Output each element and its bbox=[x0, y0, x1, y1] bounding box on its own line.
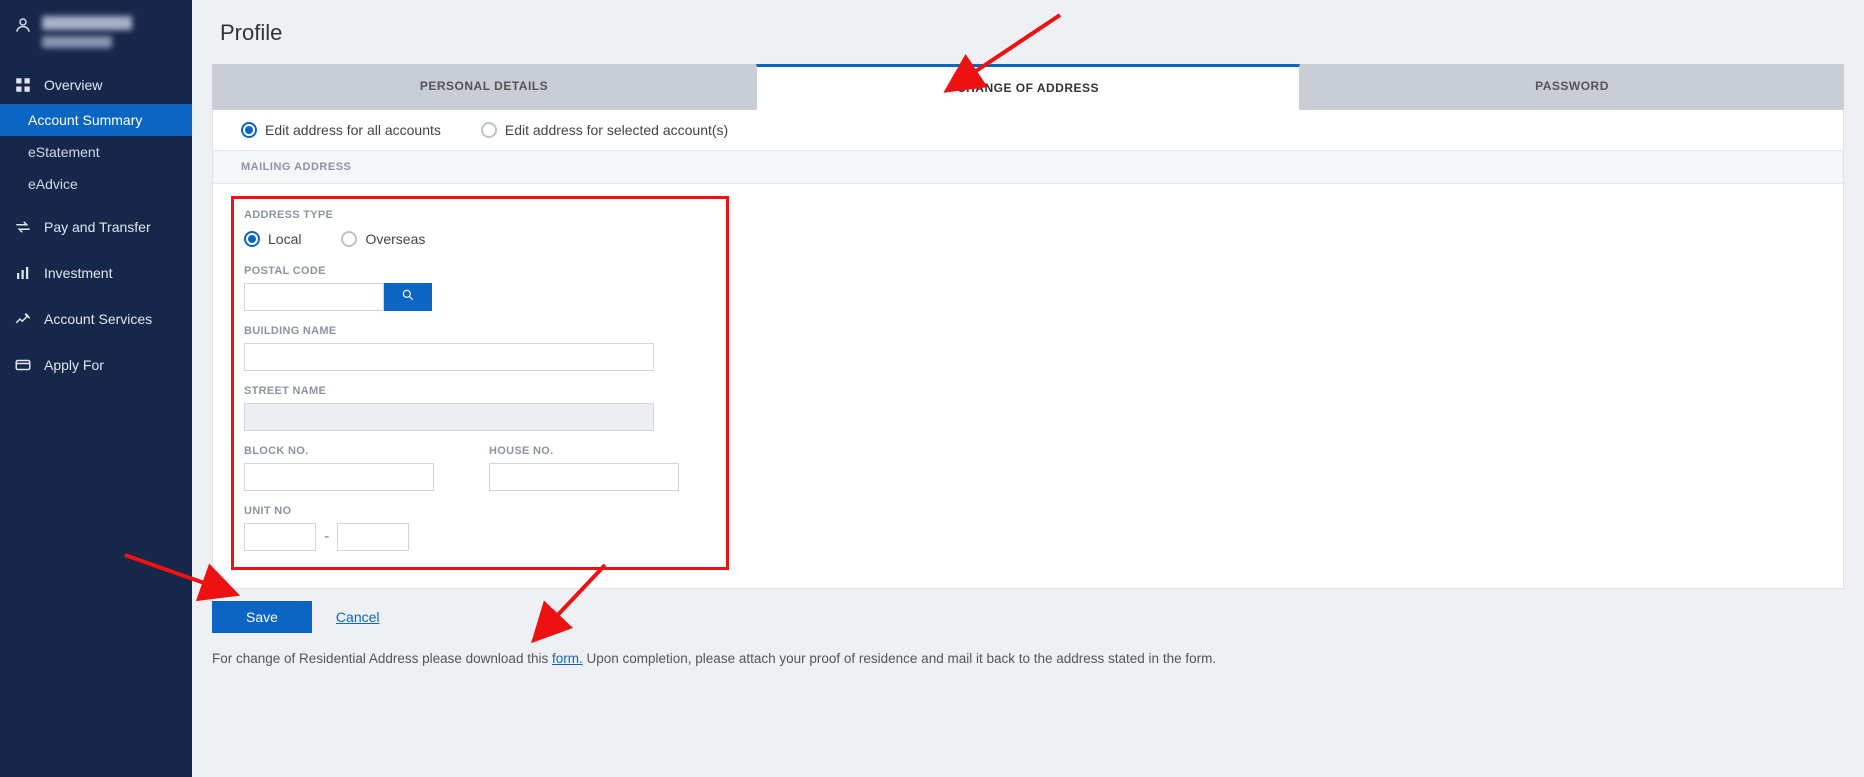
building-name-label: BUILDING NAME bbox=[244, 325, 716, 337]
radio-icon bbox=[481, 122, 497, 138]
services-icon bbox=[14, 310, 32, 328]
nav-eadvice[interactable]: eAdvice bbox=[0, 168, 192, 200]
nav-account-summary[interactable]: Account Summary bbox=[0, 104, 192, 136]
postal-code-input[interactable] bbox=[244, 283, 384, 311]
tab-change-of-address[interactable]: CHANGE OF ADDRESS bbox=[756, 64, 1300, 110]
unit-no-label: UNIT NO bbox=[244, 505, 716, 517]
block-no-label: BLOCK NO. bbox=[244, 445, 471, 457]
footnote: For change of Residential Address please… bbox=[192, 641, 1864, 686]
tab-personal-details[interactable]: PERSONAL DETAILS bbox=[212, 64, 756, 110]
tab-password[interactable]: PASSWORD bbox=[1300, 64, 1844, 110]
nav-label: Account Services bbox=[44, 311, 152, 327]
postal-code-label: POSTAL CODE bbox=[244, 265, 716, 277]
tabs: PERSONAL DETAILS CHANGE OF ADDRESS PASSW… bbox=[212, 64, 1844, 110]
user-block bbox=[0, 0, 192, 66]
block-no-input[interactable] bbox=[244, 463, 434, 491]
house-no-label: HOUSE NO. bbox=[489, 445, 716, 457]
nav-label: Pay and Transfer bbox=[44, 219, 151, 235]
radio-icon bbox=[341, 231, 357, 247]
radio-edit-selected[interactable]: Edit address for selected account(s) bbox=[481, 122, 728, 138]
unit-no-input-a[interactable] bbox=[244, 523, 316, 551]
street-name-input[interactable] bbox=[244, 403, 654, 431]
nav-pay-transfer[interactable]: Pay and Transfer bbox=[0, 208, 192, 246]
address-form-highlight: ADDRESS TYPE Local Overseas bbox=[231, 196, 729, 570]
mailing-address-label: MAILING ADDRESS bbox=[213, 151, 1843, 184]
user-name-redacted bbox=[42, 16, 132, 48]
search-icon bbox=[401, 288, 415, 307]
unit-separator: - bbox=[324, 528, 329, 546]
overview-icon bbox=[14, 76, 32, 94]
page-title: Profile bbox=[192, 0, 1864, 58]
house-no-input[interactable] bbox=[489, 463, 679, 491]
unit-no-input-b[interactable] bbox=[337, 523, 409, 551]
address-type-label: ADDRESS TYPE bbox=[244, 209, 716, 221]
nav-apply-for[interactable]: Apply For bbox=[0, 346, 192, 384]
action-row: Save Cancel bbox=[192, 589, 1864, 641]
nav-label: Overview bbox=[44, 77, 102, 93]
edit-scope-row: Edit address for all accounts Edit addre… bbox=[213, 110, 1843, 151]
sidebar: Overview Account Summary eStatement eAdv… bbox=[0, 0, 192, 777]
nav-overview[interactable]: Overview bbox=[0, 66, 192, 104]
transfer-icon bbox=[14, 218, 32, 236]
investment-icon bbox=[14, 264, 32, 282]
radio-overseas[interactable]: Overseas bbox=[341, 231, 425, 247]
radio-local[interactable]: Local bbox=[244, 231, 301, 247]
radio-icon bbox=[244, 231, 260, 247]
nav-investment[interactable]: Investment bbox=[0, 254, 192, 292]
building-name-input[interactable] bbox=[244, 343, 654, 371]
nav-label: Apply For bbox=[44, 357, 104, 373]
download-form-link[interactable]: form. bbox=[552, 651, 583, 666]
nav-estatement[interactable]: eStatement bbox=[0, 136, 192, 168]
nav-account-services[interactable]: Account Services bbox=[0, 300, 192, 338]
radio-icon bbox=[241, 122, 257, 138]
postal-search-button[interactable] bbox=[384, 283, 432, 311]
user-icon bbox=[14, 16, 32, 34]
save-button[interactable]: Save bbox=[212, 601, 312, 633]
cancel-link[interactable]: Cancel bbox=[336, 609, 380, 625]
main-content: Profile PERSONAL DETAILS CHANGE OF ADDRE… bbox=[192, 0, 1864, 777]
apply-icon bbox=[14, 356, 32, 374]
street-name-label: STREET NAME bbox=[244, 385, 716, 397]
radio-edit-all[interactable]: Edit address for all accounts bbox=[241, 122, 441, 138]
address-panel: Edit address for all accounts Edit addre… bbox=[212, 110, 1844, 589]
nav-label: Investment bbox=[44, 265, 112, 281]
